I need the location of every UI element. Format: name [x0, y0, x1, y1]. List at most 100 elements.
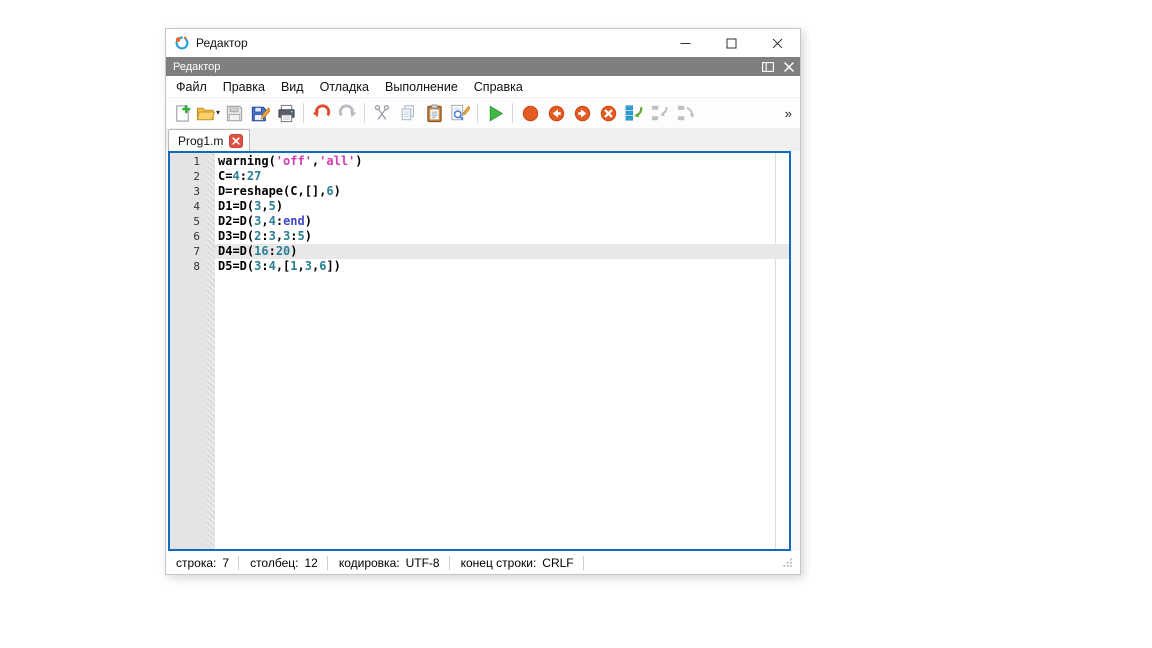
code-line[interactable]: C=4:27 [215, 169, 789, 184]
editor-window: Редактор Редактор [165, 28, 801, 575]
tab-prog1[interactable]: Prog1.m [168, 129, 250, 151]
print-button[interactable] [273, 100, 299, 126]
line-number-gutter: 12345678 [170, 153, 207, 549]
find-button[interactable] [447, 100, 473, 126]
save-icon [225, 104, 244, 123]
open-button[interactable]: ▾ [195, 100, 221, 126]
step-in-icon [650, 104, 670, 122]
dock-close-button[interactable] [784, 62, 794, 72]
save-button[interactable] [221, 100, 247, 126]
tab-close-button[interactable] [229, 134, 243, 148]
cut-button[interactable] [369, 100, 395, 126]
run-button[interactable] [482, 100, 508, 126]
new-script-button[interactable] [169, 100, 195, 126]
step-in-button[interactable] [647, 100, 673, 126]
code-line[interactable]: D2=D(3,4:end) [215, 214, 789, 229]
status-eol-label: конец строки: [459, 556, 540, 570]
status-line-label: строка: [174, 556, 219, 570]
find-icon [450, 104, 470, 122]
menu-item-view[interactable]: Вид [273, 78, 312, 96]
paste-button[interactable] [421, 100, 447, 126]
toolbar-separator [364, 103, 365, 123]
status-items: строка:7столбец:12кодировка:UTF-8конец с… [174, 556, 593, 570]
editor-scrollbar-track[interactable] [791, 151, 800, 551]
step-out-button[interactable] [673, 100, 699, 126]
menu-item-file[interactable]: Файл [168, 78, 215, 96]
menu-item-run[interactable]: Выполнение [377, 78, 466, 96]
toolbar: ▾ » [166, 98, 800, 128]
toolbar-separator [477, 103, 478, 123]
close-icon [772, 38, 783, 49]
remove-breakpoints-icon [599, 104, 618, 123]
code-area[interactable]: warning('off','all')C=4:27D=reshape(C,[]… [215, 153, 789, 549]
code-line[interactable]: D5=D(3:4,[1,3,6]) [215, 259, 789, 274]
code-line-current[interactable]: D4=D(16:20) [215, 244, 789, 259]
redo-icon [338, 104, 357, 123]
tab-close-icon [232, 137, 240, 145]
status-separator [238, 556, 239, 570]
code-line[interactable]: warning('off','all') [215, 154, 789, 169]
new-script-icon [173, 104, 192, 123]
redo-button[interactable] [334, 100, 360, 126]
prev-breakpoint-button[interactable] [543, 100, 569, 126]
save-as-icon [251, 104, 270, 123]
minimize-button[interactable] [662, 29, 708, 57]
print-icon [277, 104, 296, 123]
toolbar-buttons: ▾ [169, 100, 699, 126]
line-number: 2 [170, 169, 207, 184]
line-number: 4 [170, 199, 207, 214]
status-separator [583, 556, 584, 570]
undock-widget-button[interactable] [762, 62, 774, 72]
undo-icon [312, 104, 331, 123]
status-separator [449, 556, 450, 570]
dock-title: Редактор [173, 61, 220, 73]
octave-logo-icon [174, 35, 190, 51]
line-number: 6 [170, 229, 207, 244]
menu-item-help[interactable]: Справка [466, 78, 531, 96]
open-dropdown-caret-icon[interactable]: ▾ [216, 109, 220, 117]
line-number: 7 [170, 244, 207, 259]
code-line[interactable]: D1=D(3,5) [215, 199, 789, 214]
cut-icon [373, 104, 391, 122]
next-breakpoint-button[interactable] [569, 100, 595, 126]
toolbar-separator [512, 103, 513, 123]
prev-breakpoint-icon [547, 104, 566, 123]
maximize-icon [726, 38, 737, 49]
status-encoding: кодировка:UTF-8 [337, 556, 459, 570]
toolbar-separator [303, 103, 304, 123]
code-editor[interactable]: 12345678 warning('off','all')C=4:27D=res… [168, 151, 791, 551]
minimize-icon [680, 38, 691, 49]
breakpoint-margin[interactable] [207, 153, 215, 549]
close-button[interactable] [754, 29, 800, 57]
undo-button[interactable] [308, 100, 334, 126]
line-number: 1 [170, 154, 207, 169]
toggle-breakpoint-button[interactable] [517, 100, 543, 126]
line-number: 8 [170, 259, 207, 274]
status-column-value: 12 [301, 556, 326, 570]
code-line[interactable]: D3=D(2:3,3:5) [215, 229, 789, 244]
menu-item-edit[interactable]: Правка [215, 78, 273, 96]
copy-button[interactable] [395, 100, 421, 126]
status-line-value: 7 [219, 556, 238, 570]
window-title: Редактор [196, 36, 248, 50]
status-encoding-label: кодировка: [337, 556, 403, 570]
editor-region: 12345678 warning('off','all')C=4:27D=res… [166, 151, 800, 551]
toolbar-overflow-button[interactable]: » [785, 106, 794, 121]
step-icon [624, 104, 644, 122]
status-separator [327, 556, 328, 570]
remove-breakpoints-button[interactable] [595, 100, 621, 126]
titlebar[interactable]: Редактор [166, 29, 800, 57]
maximize-button[interactable] [708, 29, 754, 57]
resize-grip[interactable] [783, 558, 792, 567]
resize-grip-icon [783, 558, 792, 567]
dock-titlebar[interactable]: Редактор [166, 57, 800, 76]
menu-item-debug[interactable]: Отладка [312, 78, 377, 96]
step-out-icon [676, 104, 696, 122]
run-icon [486, 104, 505, 123]
code-line[interactable]: D=reshape(C,[],6) [215, 184, 789, 199]
save-as-button[interactable] [247, 100, 273, 126]
toggle-breakpoint-icon [521, 104, 540, 123]
step-button[interactable] [621, 100, 647, 126]
line-number: 5 [170, 214, 207, 229]
status-eol: конец строки:CRLF [459, 556, 593, 570]
